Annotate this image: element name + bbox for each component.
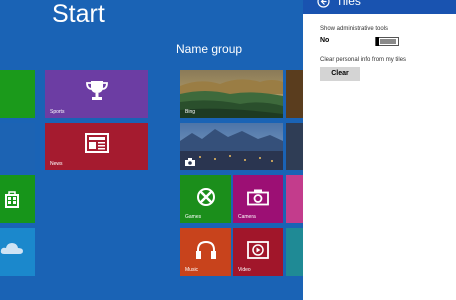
- clear-button[interactable]: Clear: [320, 67, 360, 81]
- landscape-photo: [180, 70, 283, 118]
- cloud-icon: [0, 243, 24, 254]
- tile-bing[interactable]: Bing: [180, 70, 283, 118]
- group-name-label[interactable]: Name group: [176, 42, 242, 56]
- tile-left-green[interactable]: [0, 70, 35, 118]
- tile-right-partial-4[interactable]: [286, 228, 303, 276]
- city-photo: [180, 123, 283, 170]
- headphones-icon: [195, 240, 216, 259]
- start-title: Start: [52, 0, 105, 28]
- store-bag-icon: [5, 191, 19, 208]
- toggle-thumb: [376, 37, 379, 46]
- tile-right-partial-3[interactable]: [286, 175, 303, 223]
- tile-games[interactable]: Games: [180, 175, 231, 223]
- clear-info-label: Clear personal info from my tiles: [320, 57, 407, 63]
- tile-photos[interactable]: [180, 123, 283, 170]
- tile-music[interactable]: Music: [180, 228, 231, 276]
- tile-weather[interactable]: [0, 228, 35, 276]
- gamepad-icon: [196, 187, 215, 206]
- play-icon: [247, 240, 269, 259]
- tile-sports[interactable]: Sports: [45, 70, 148, 118]
- tile-games-label: Games: [185, 214, 202, 220]
- tile-right-partial-1[interactable]: [286, 70, 303, 118]
- tile-video-label: Video: [238, 267, 251, 273]
- tile-video[interactable]: Video: [233, 228, 283, 276]
- tile-right-partial-2[interactable]: [286, 123, 303, 170]
- panel-header: Tiles: [303, 0, 456, 14]
- tile-news-label: News: [50, 161, 63, 167]
- newspaper-icon: [84, 133, 109, 153]
- tile-bing-label: Bing: [185, 109, 196, 115]
- tile-store[interactable]: [0, 175, 35, 223]
- tile-news[interactable]: News: [45, 123, 148, 170]
- trophy-icon: [85, 81, 108, 100]
- tile-music-label: Music: [185, 267, 199, 273]
- admin-tools-toggle[interactable]: [375, 37, 399, 46]
- admin-tools-label: Show administrative tools: [320, 26, 389, 32]
- start-screen: Start Name group Sports News Bing Games …: [0, 0, 456, 300]
- tiles-settings-panel: Tiles Show administrative tools No Clear…: [303, 0, 456, 300]
- tile-left-blue[interactable]: [0, 123, 35, 170]
- tile-camera[interactable]: Camera: [233, 175, 283, 223]
- panel-title: Tiles: [336, 0, 361, 8]
- camera-icon: [247, 189, 269, 205]
- admin-tools-value: No: [320, 37, 330, 44]
- camera-small-icon: [185, 158, 195, 166]
- tile-sports-label: Sports: [50, 109, 65, 115]
- tile-camera-label: Camera: [238, 214, 256, 220]
- toggle-fill: [380, 39, 396, 44]
- back-arrow-icon[interactable]: [317, 0, 330, 8]
